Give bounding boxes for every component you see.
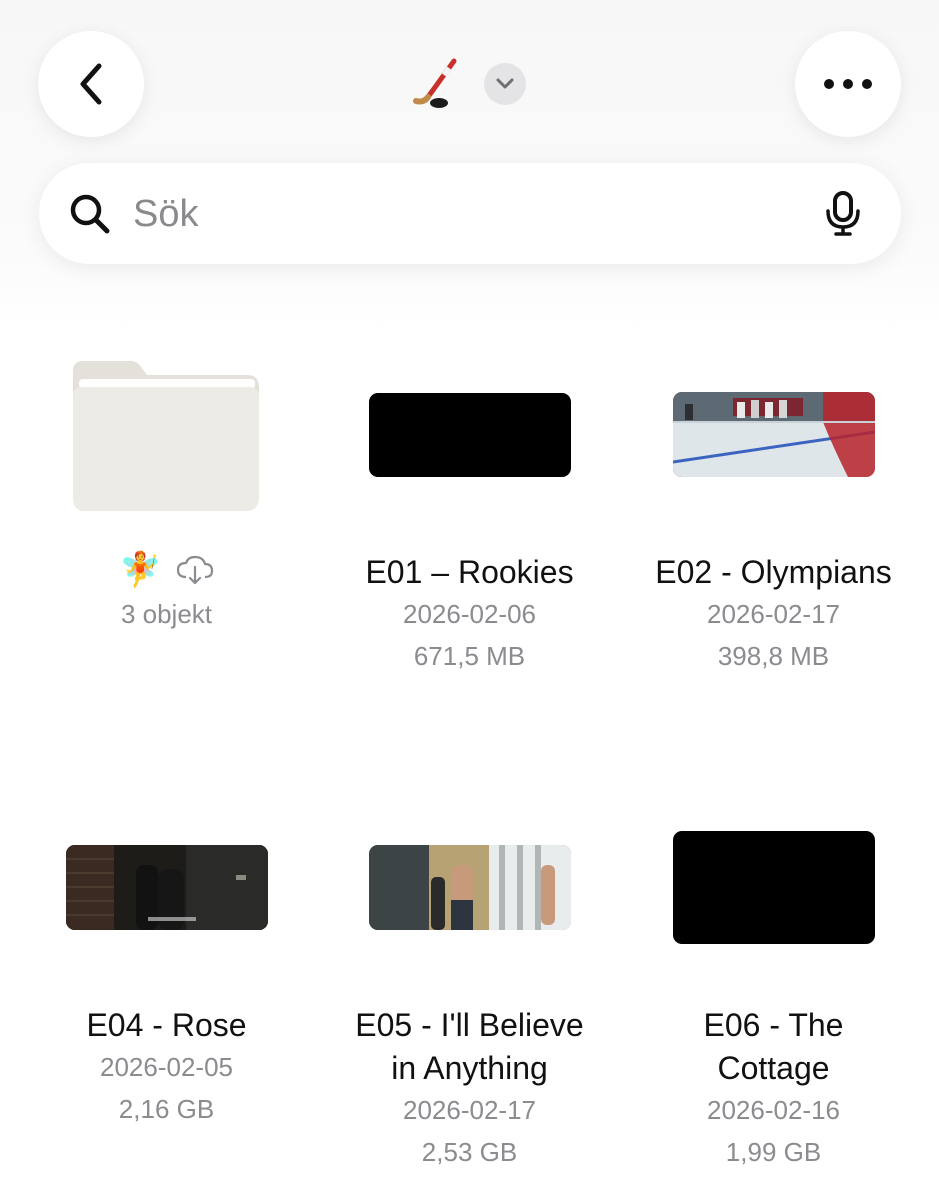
search-bar	[39, 163, 901, 264]
file-item-e05[interactable]: E05 - I'll Believe in Anything 2026-02-1…	[318, 808, 621, 1168]
search-input[interactable]	[131, 183, 795, 245]
file-name-line1: E06 - The	[703, 1007, 844, 1043]
file-size: 1,99 GB	[725, 1137, 822, 1167]
room-scene-image	[368, 845, 571, 930]
hockey-rink-image	[672, 392, 875, 477]
file-size: 2,53 GB	[421, 1137, 518, 1167]
folder-title-menu[interactable]	[408, 54, 526, 114]
file-name-line2: in Anything	[391, 1050, 548, 1086]
video-thumbnail	[368, 845, 571, 930]
file-date: 2026-02-17	[707, 599, 840, 629]
title-dropdown-button[interactable]	[484, 63, 526, 105]
file-name-line1: E05 - I'll Believe	[355, 1007, 584, 1043]
file-size: 2,16 GB	[118, 1094, 215, 1124]
file-item-e06[interactable]: E06 - The Cottage 2026-02-16 1,99 GB	[622, 808, 925, 1168]
back-button[interactable]	[38, 31, 144, 137]
file-date: 2026-02-05	[100, 1052, 233, 1082]
cloud-download-icon[interactable]	[176, 555, 214, 585]
file-name-line2: Cottage	[717, 1050, 830, 1086]
file-item-e04[interactable]: E04 - Rose 2026-02-05 2,16 GB	[15, 808, 318, 1138]
hockey-stick-icon	[408, 55, 466, 113]
fairy-emoji: 🧚	[119, 551, 162, 589]
folder-tag-row: 🧚	[15, 548, 318, 592]
folder-icon	[73, 361, 259, 511]
file-name: E01 – Rookies	[365, 554, 574, 590]
video-thumbnail	[368, 393, 571, 477]
more-options-button[interactable]	[795, 31, 901, 137]
file-date: 2026-02-17	[403, 1095, 536, 1125]
folder-item[interactable]: 🧚 3 objekt	[15, 355, 318, 635]
chevron-down-icon	[496, 78, 514, 89]
file-name: E02 - Olympians	[655, 554, 892, 590]
files-browser: 🧚 3 objekt E01 – Rookies 2026-02-06 671,…	[0, 0, 939, 1200]
file-size: 398,8 MB	[717, 641, 830, 671]
chevron-left-icon	[80, 63, 102, 105]
video-thumbnail	[672, 831, 875, 944]
ellipsis-icon	[824, 79, 872, 89]
file-date: 2026-02-06	[403, 599, 536, 629]
file-item-e02[interactable]: E02 - Olympians 2026-02-17 398,8 MB	[622, 355, 925, 685]
file-date: 2026-02-16	[707, 1095, 840, 1125]
file-item-e01[interactable]: E01 – Rookies 2026-02-06 671,5 MB	[318, 355, 621, 685]
folder-item-count: 3 objekt	[120, 599, 213, 629]
search-icon	[70, 194, 110, 234]
file-name: E04 - Rose	[86, 1007, 247, 1043]
hallway-scene-image	[65, 845, 268, 930]
video-thumbnail	[672, 392, 875, 477]
file-size: 671,5 MB	[413, 641, 526, 671]
video-thumbnail	[65, 845, 268, 930]
microphone-icon[interactable]	[825, 191, 861, 237]
